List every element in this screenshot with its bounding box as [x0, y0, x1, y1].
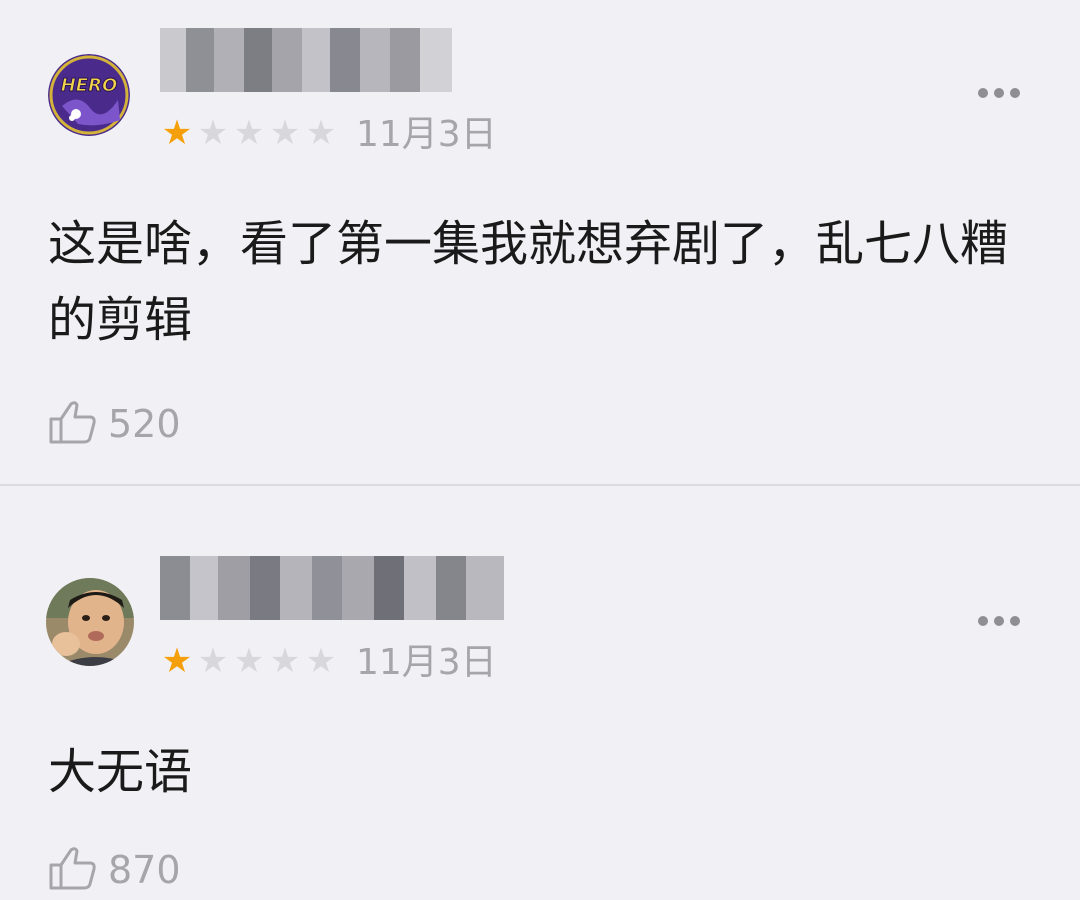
star-icon: ★	[233, 641, 265, 681]
rating-stars: ★ ★ ★ ★ ★	[160, 644, 338, 678]
star-icon: ★	[269, 113, 301, 153]
star-icon: ★	[269, 641, 301, 681]
star-icon: ★	[233, 113, 265, 153]
avatar-logo-text: HERO	[61, 75, 118, 96]
comment-text: 这是啥，看了第一集我就想弃剧了，乱七八糟的剪辑	[48, 216, 1009, 348]
star-icon: ★	[161, 113, 193, 153]
like-count: 520	[108, 402, 181, 446]
comment-list: HERO ★ ★ ★ ★ ★ 11月3日 这是啥，看了第一集我就想弃剧了，乱七八…	[0, 0, 1080, 900]
divider	[0, 484, 1080, 486]
thumbs-up-icon	[48, 400, 98, 448]
ellipsis-icon[interactable]	[978, 616, 1020, 626]
avatar[interactable]	[46, 578, 134, 666]
comment-text: 大无语	[48, 744, 193, 800]
like-button[interactable]: 870	[48, 846, 181, 894]
like-button[interactable]: 520	[48, 400, 181, 448]
star-icon: ★	[305, 113, 337, 153]
like-count: 870	[108, 848, 181, 892]
star-icon: ★	[305, 641, 337, 681]
star-icon: ★	[197, 641, 229, 681]
thumbs-up-icon	[48, 846, 98, 894]
comment-date: 11月3日	[356, 114, 497, 155]
username-blurred[interactable]	[160, 556, 506, 620]
avatar[interactable]: HERO	[48, 54, 130, 136]
star-icon: ★	[161, 641, 193, 681]
username-blurred[interactable]	[160, 28, 452, 92]
star-icon: ★	[197, 113, 229, 153]
comment-date: 11月3日	[356, 642, 497, 683]
ellipsis-icon[interactable]	[978, 88, 1020, 98]
rating-stars: ★ ★ ★ ★ ★	[160, 116, 338, 150]
